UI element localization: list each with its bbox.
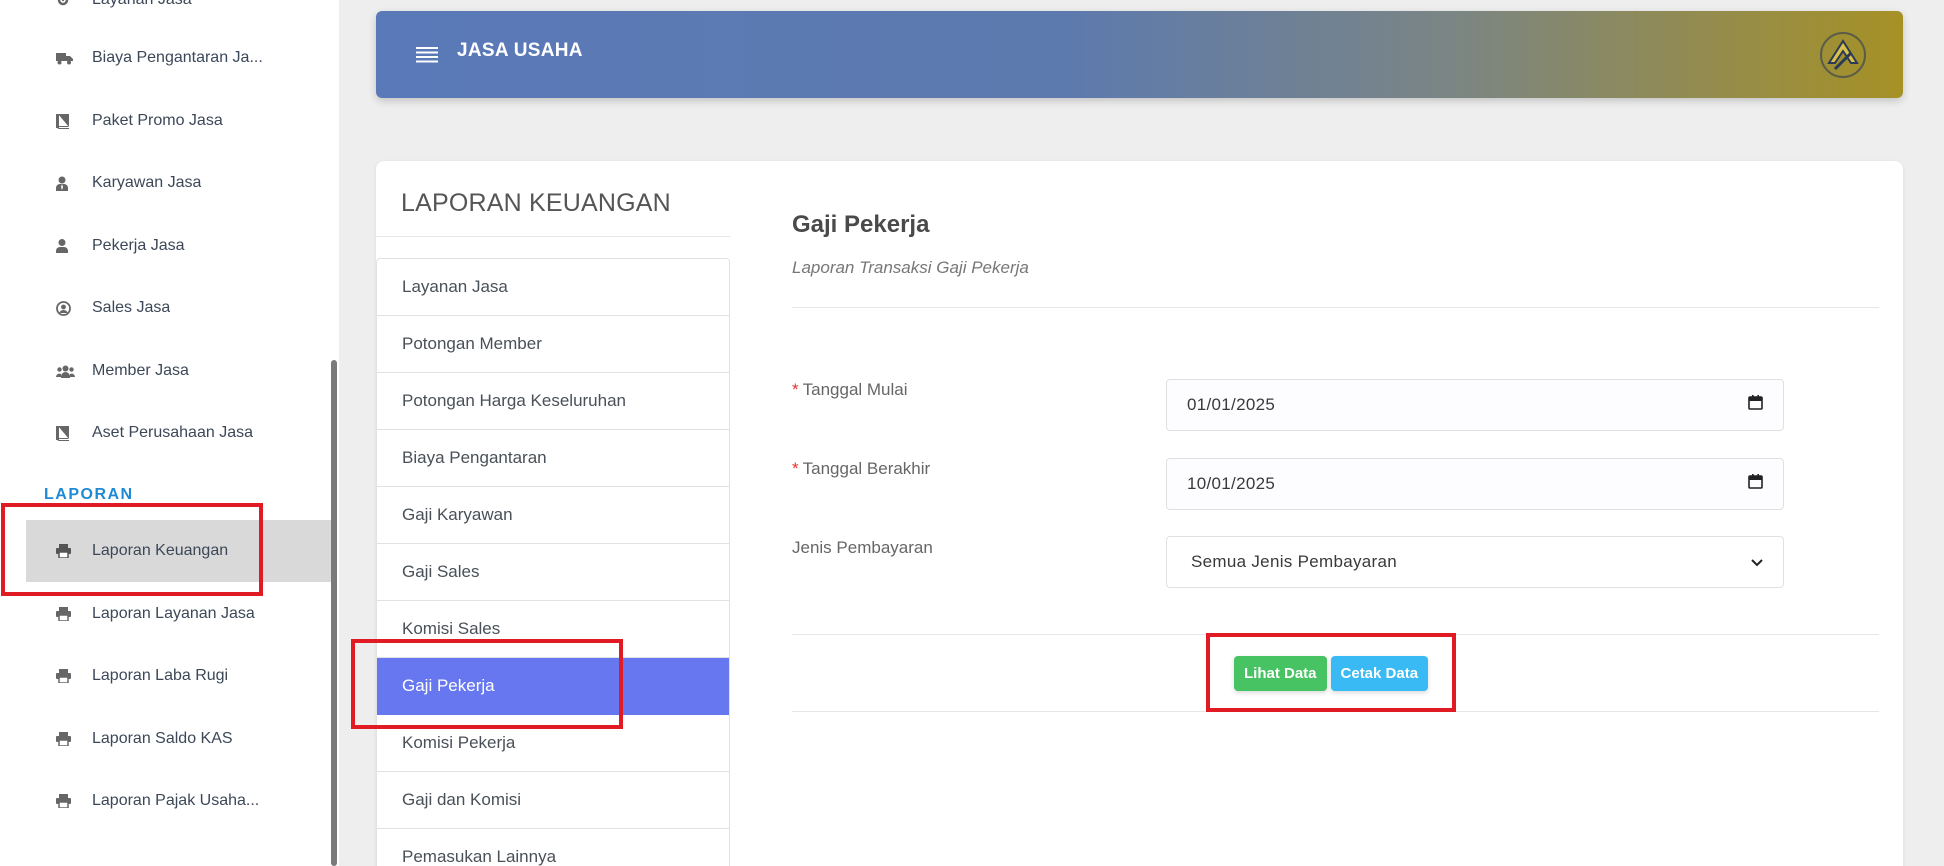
sidebar: Layanan Jasa Biaya Pengantaran Ja... Pak… [0,0,339,866]
end-date-input[interactable]: 10/01/2025 [1166,458,1784,510]
book-icon [56,111,92,131]
sidebar-item-laporan-pajak-usaha[interactable]: Laporan Pajak Usaha... [26,773,334,829]
top-navbar: JASA USAHA [376,11,1903,98]
sidebar-item-label: Laporan Layanan Jasa [92,605,255,622]
book-icon [56,423,92,443]
user-tie-icon [56,173,92,193]
sidebar-item-paket-promo[interactable]: Paket Promo Jasa [26,93,334,149]
printer-icon [56,666,92,686]
required-mark: * [792,380,799,399]
report-form: Gaji Pekerja Laporan Transaksi Gaji Peke… [792,161,1879,866]
report-menu-item-gaji-sales[interactable]: Gaji Sales [377,544,729,601]
sidebar-item-karyawan-jasa[interactable]: Karyawan Jasa [26,155,334,211]
sidebar-item-member-jasa[interactable]: Member Jasa [26,343,334,399]
user-icon [56,236,92,256]
sidebar-item-label: Member Jasa [92,362,189,379]
users-icon [56,361,92,381]
payment-type-value: Semua Jenis Pembayaran [1191,552,1397,571]
app-title: JASA USAHA [457,40,583,61]
report-menu-item-pemasukan-lainnya[interactable]: Pemasukan Lainnya [377,829,729,866]
printer-icon [56,729,92,749]
report-card: LAPORAN KEUANGAN Layanan Jasa Potongan M… [376,161,1903,866]
form-title: Gaji Pekerja [792,211,930,238]
payment-type-select[interactable]: Semua Jenis Pembayaran [1166,536,1784,588]
start-date-value: 01/01/2025 [1187,395,1276,414]
sidebar-item-label: Pekerja Jasa [92,237,185,254]
report-menu-list: Layanan Jasa Potongan Member Potongan Ha… [376,258,730,866]
sidebar-item-biaya-pengantaran[interactable]: Biaya Pengantaran Ja... [26,30,334,86]
sidebar-item-label: Laporan Pajak Usaha... [92,792,260,809]
start-date-input[interactable]: 01/01/2025 [1166,379,1784,431]
hamburger-icon[interactable] [416,47,438,68]
highlight-box-sidebar [1,503,263,596]
report-menu-item-gaji-karyawan[interactable]: Gaji Karyawan [377,487,729,544]
report-menu-item-potongan-member[interactable]: Potongan Member [377,316,729,373]
sidebar-item-layanan-jasa[interactable]: Layanan Jasa [26,0,334,28]
required-mark: * [792,459,799,478]
chevron-down-icon [1751,552,1763,572]
sidebar-section-laporan: LAPORAN [44,486,134,503]
truck-icon [56,48,92,68]
calendar-icon[interactable] [1748,474,1763,494]
sidebar-scrollbar[interactable] [331,360,337,866]
payment-type-label: Jenis Pembayaran [792,538,933,557]
end-date-label: * Tanggal Berakhir [792,459,931,478]
end-date-value: 10/01/2025 [1187,474,1276,493]
printer-icon [56,791,92,811]
sidebar-item-aset-perusahaan[interactable]: Aset Perusahaan Jasa [26,405,334,461]
form-subtitle: Laporan Transaksi Gaji Pekerja [792,258,1029,277]
sidebar-item-label: Laporan Laba Rugi [92,667,229,684]
sidebar-item-laporan-laba-rugi[interactable]: Laporan Laba Rugi [26,648,334,704]
gear-icon [56,0,92,10]
sidebar-item-label: Laporan Saldo KAS [92,730,233,747]
start-date-label: * Tanggal Mulai [792,380,908,399]
user-circle-icon [56,298,92,318]
divider [792,307,1879,308]
report-menu-heading: LAPORAN KEUANGAN [401,189,671,217]
highlight-box-buttons [1206,633,1456,712]
sidebar-item-laporan-saldo-kas[interactable]: Laporan Saldo KAS [26,711,334,767]
calendar-icon[interactable] [1748,395,1763,415]
brand-logo-icon[interactable] [1817,29,1869,81]
report-menu-item-biaya-pengantaran[interactable]: Biaya Pengantaran [377,430,729,487]
sidebar-item-label: Aset Perusahaan Jasa [92,424,253,441]
sidebar-item-pekerja-jasa[interactable]: Pekerja Jasa [26,218,334,274]
sidebar-item-sales-jasa[interactable]: Sales Jasa [26,280,334,336]
sidebar-item-label: Sales Jasa [92,299,171,316]
highlight-box-menu [351,639,623,729]
sidebar-item-label: Paket Promo Jasa [92,112,223,129]
report-menu-item-potongan-harga[interactable]: Potongan Harga Keseluruhan [377,373,729,430]
sidebar-item-label: Karyawan Jasa [92,174,202,191]
divider [376,236,730,237]
sidebar-item-label: Layanan Jasa [92,0,192,9]
sidebar-item-label: Biaya Pengantaran Ja... [92,49,263,66]
report-menu-item-gaji-komisi[interactable]: Gaji dan Komisi [377,772,729,829]
printer-icon [56,604,92,624]
report-menu-item-layanan-jasa[interactable]: Layanan Jasa [377,259,729,316]
